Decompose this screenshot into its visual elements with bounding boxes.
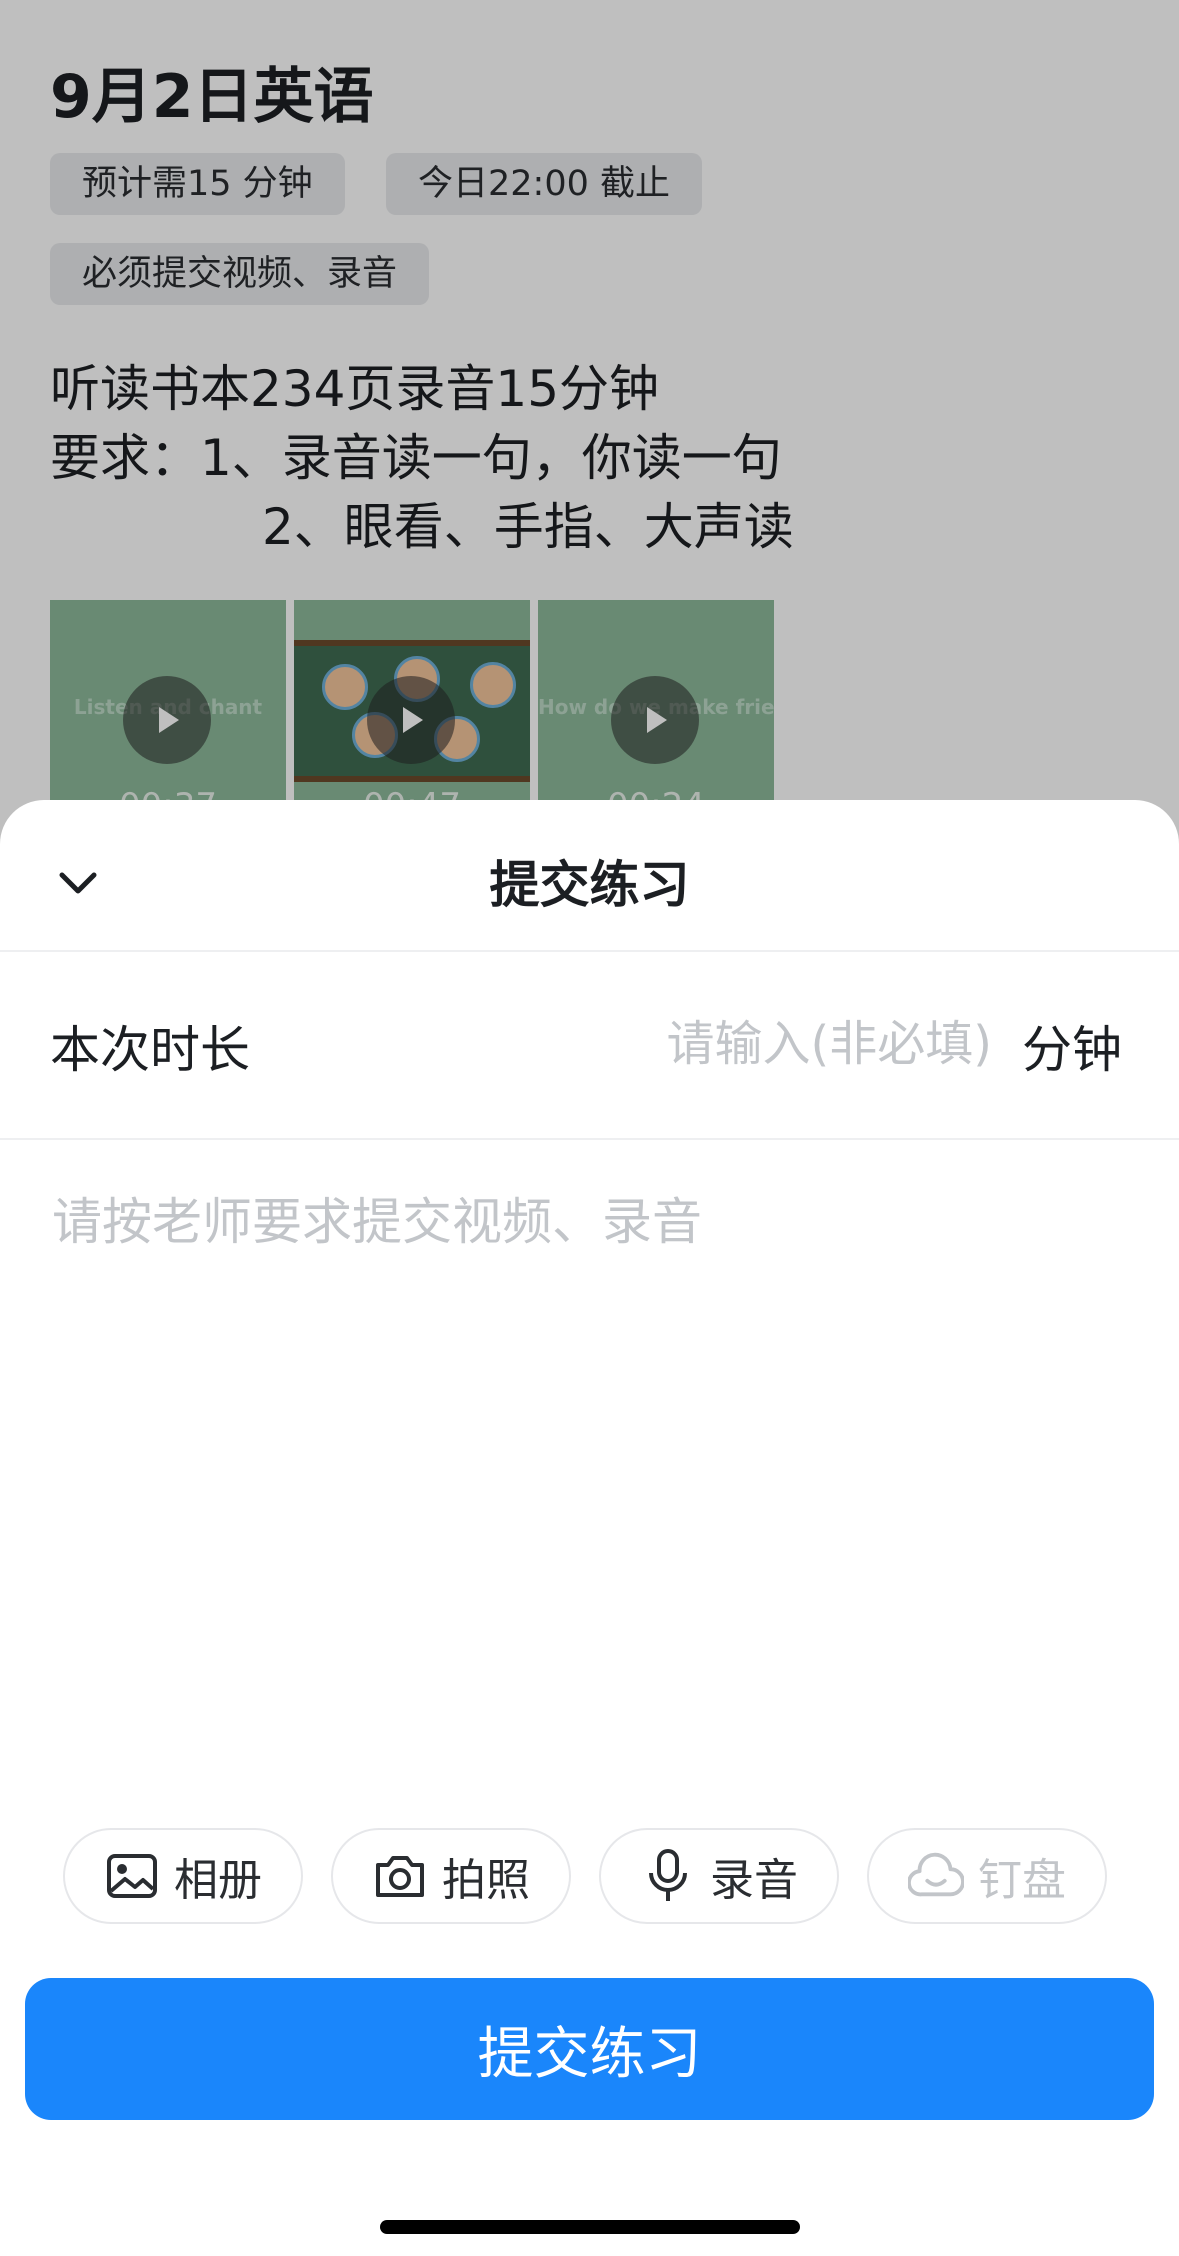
duration-input[interactable]: [560, 1008, 994, 1080]
camera-icon: [372, 1848, 428, 1904]
divider: [0, 950, 1179, 952]
album-button[interactable]: 相册: [63, 1828, 303, 1924]
microphone-icon: [640, 1848, 696, 1904]
camera-label: 拍照: [442, 1855, 530, 1906]
record-button[interactable]: 录音: [599, 1828, 839, 1924]
album-label: 相册: [174, 1855, 262, 1906]
image-icon: [104, 1848, 160, 1904]
attachment-toolbar: 相册 拍照 录音 钉盘: [0, 1828, 1179, 1928]
sheet-title: 提交练习: [489, 856, 690, 914]
divider: [0, 1138, 1179, 1140]
cloud-icon: [908, 1848, 964, 1904]
ding-disk-button[interactable]: 钉盘: [867, 1828, 1107, 1924]
duration-unit: 分钟: [1022, 1021, 1122, 1079]
camera-button[interactable]: 拍照: [331, 1828, 571, 1924]
submission-text-input[interactable]: [50, 1180, 1133, 1604]
home-indicator: [380, 2220, 800, 2234]
duration-label: 本次时长: [50, 1021, 250, 1079]
record-label: 录音: [710, 1855, 798, 1906]
submit-practice-sheet: 提交练习 本次时长 分钟 相册 拍照: [0, 800, 1179, 2256]
ding-disk-label: 钉盘: [978, 1855, 1066, 1906]
submit-practice-button[interactable]: 提交练习: [25, 1978, 1154, 2120]
